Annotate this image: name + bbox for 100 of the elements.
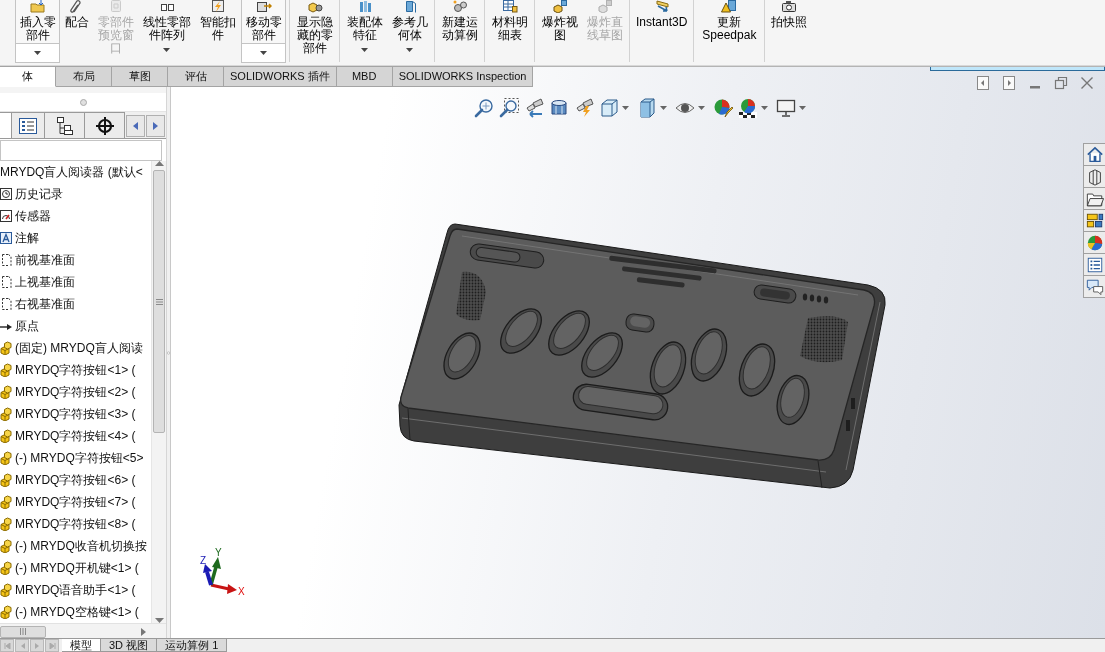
axis-label: Y: [215, 547, 222, 558]
right-arrow-icon: [33, 642, 41, 649]
cube-icon[interactable]: [598, 98, 619, 118]
bottom-tab[interactable]: 运动算例 1: [157, 639, 228, 652]
scrollbar[interactable]: [151, 161, 166, 623]
caret-icon[interactable]: [798, 106, 806, 110]
toolbar-button[interactable]: 线性零部件阵列: [139, 0, 194, 52]
panel-tab[interactable]: [45, 112, 85, 138]
cubes-icon: [0, 539, 12, 553]
right-arrow-icon[interactable]: [141, 627, 146, 636]
tree-item[interactable]: MRYDQ字符按钮<8> (: [0, 513, 151, 535]
command-tab[interactable]: 草图: [112, 66, 168, 87]
toolbar-button[interactable]: 参考几何体: [388, 0, 431, 52]
cubes-icon: [0, 429, 12, 443]
tree-item[interactable]: (-) MRYDQ空格键<1> (: [0, 601, 151, 623]
cubes-icon: [0, 385, 12, 399]
tree-item[interactable]: MRYDQ字符按钮<3> (: [0, 403, 151, 425]
panel-left-icon[interactable]: [975, 75, 991, 91]
cubes-icon: [0, 583, 12, 597]
panel-tab[interactable]: [85, 112, 125, 138]
toolbar-button[interactable]: 更新 Speedpak: [697, 0, 762, 42]
scroll-right-button[interactable]: [146, 115, 165, 137]
task-pane-tab[interactable]: [1083, 253, 1105, 276]
task-pane-tab[interactable]: [1083, 275, 1105, 298]
command-tab[interactable]: 体: [0, 66, 56, 87]
cubes-icon: [0, 341, 12, 355]
panel-right-icon[interactable]: [1001, 75, 1017, 91]
tree-item[interactable]: MRYDQ盲人阅读器 (默认<: [0, 161, 151, 183]
command-tab[interactable]: 评估: [168, 66, 224, 87]
tree-item[interactable]: (-) MRYDQ字符按钮<5>: [0, 447, 151, 469]
task-pane-tab[interactable]: [1083, 143, 1105, 166]
tree-item[interactable]: (-) MRYDQ开机键<1> (: [0, 557, 151, 579]
command-tab[interactable]: 布局: [56, 66, 112, 87]
plane-icon: [0, 253, 12, 267]
letter-icon: [0, 231, 12, 245]
scroll-left-button[interactable]: [126, 115, 145, 137]
close-icon[interactable]: [1079, 75, 1095, 91]
command-tab[interactable]: SOLIDWORKS Inspection: [392, 66, 534, 87]
tree-item[interactable]: MRYDQ字符按钮<2> (: [0, 381, 151, 403]
tree-item[interactable]: (-) MRYDQ收音机切换按: [0, 535, 151, 557]
toolbar-button[interactable]: 显示隐藏的零部件: [293, 0, 336, 55]
toolbar-button[interactable]: 装配体特征: [343, 0, 386, 52]
up-arrow-icon[interactable]: [154, 161, 164, 166]
list-icon: [1085, 255, 1104, 274]
tree-item[interactable]: MRYDQ字符按钮<6> (: [0, 469, 151, 491]
tree-item[interactable]: 原点: [0, 315, 151, 337]
toolbar-button[interactable]: 拍快照: [768, 0, 811, 29]
magnifier-icon[interactable]: [473, 98, 494, 118]
tree-item[interactable]: MRYDQ字符按钮<4> (: [0, 425, 151, 447]
blocks-icon: [551, 0, 568, 13]
magnifier-icon[interactable]: [498, 98, 519, 118]
list-icon: [18, 116, 38, 135]
scroll-thumb[interactable]: [153, 170, 165, 433]
bottom-tab[interactable]: 3D 视图: [101, 639, 158, 652]
caret-icon[interactable]: [760, 106, 768, 110]
chat-icon: [1085, 277, 1104, 296]
cubes-icon: [0, 605, 12, 619]
toolbar-button[interactable]: 材料明细表: [488, 0, 531, 42]
caret-icon[interactable]: [659, 106, 667, 110]
toolbar-button[interactable]: 配合: [62, 0, 92, 29]
bottom-tab[interactable]: 模型: [62, 639, 101, 652]
tree-item[interactable]: (固定) MRYDQ盲人阅读: [0, 337, 151, 359]
tree-item[interactable]: 注解: [0, 227, 151, 249]
filter-field[interactable]: [0, 140, 162, 161]
tree-item[interactable]: 历史记录: [0, 183, 151, 205]
restore-icon[interactable]: [1053, 75, 1069, 91]
monitor-icon[interactable]: [775, 98, 796, 118]
toolbar-button[interactable]: Instant3D: [633, 0, 691, 29]
color-ball-icon: [1085, 233, 1104, 252]
splitter-handle[interactable]: [167, 349, 170, 356]
task-pane-tab[interactable]: [1083, 165, 1105, 188]
scrollbar[interactable]: [0, 623, 166, 638]
caret-icon: [260, 51, 267, 55]
tree-item[interactable]: MRYDQ字符按钮<1> (: [0, 359, 151, 381]
caret-icon[interactable]: [697, 106, 705, 110]
command-tab[interactable]: MBD: [336, 66, 393, 87]
last-arrow-icon: [48, 642, 56, 649]
color-ball-icon[interactable]: [737, 98, 758, 118]
scroll-thumb[interactable]: [0, 625, 46, 638]
task-pane-tab[interactable]: [1083, 209, 1105, 232]
color-ball-icon[interactable]: [712, 98, 733, 118]
task-pane-tab[interactable]: [1083, 187, 1105, 210]
task-pane-tab[interactable]: [1083, 231, 1105, 254]
blocks-icon: [596, 0, 613, 13]
panel-tab[interactable]: [12, 112, 45, 138]
tree-item[interactable]: MRYDQ语音助手<1> (: [0, 579, 151, 601]
down-arrow-icon[interactable]: [154, 618, 164, 623]
cylinder-icon[interactable]: [548, 98, 569, 118]
tree-item[interactable]: 传感器: [0, 205, 151, 227]
caret-icon[interactable]: [621, 106, 629, 110]
toolbar-button[interactable]: 爆炸视图: [538, 0, 581, 42]
command-tab[interactable]: SOLIDWORKS 插件: [224, 66, 337, 87]
tree-icon: [54, 116, 75, 135]
grip-handle[interactable]: [79, 98, 87, 106]
tree-item[interactable]: 前视基准面: [0, 249, 151, 271]
tree-item[interactable]: 右视基准面: [0, 293, 151, 315]
toolbar-button[interactable]: 新建运动算例: [438, 0, 481, 42]
toolbar-button[interactable]: 智能扣件: [196, 0, 239, 42]
tree-item[interactable]: MRYDQ字符按钮<7> (: [0, 491, 151, 513]
tree-item[interactable]: 上视基准面: [0, 271, 151, 293]
